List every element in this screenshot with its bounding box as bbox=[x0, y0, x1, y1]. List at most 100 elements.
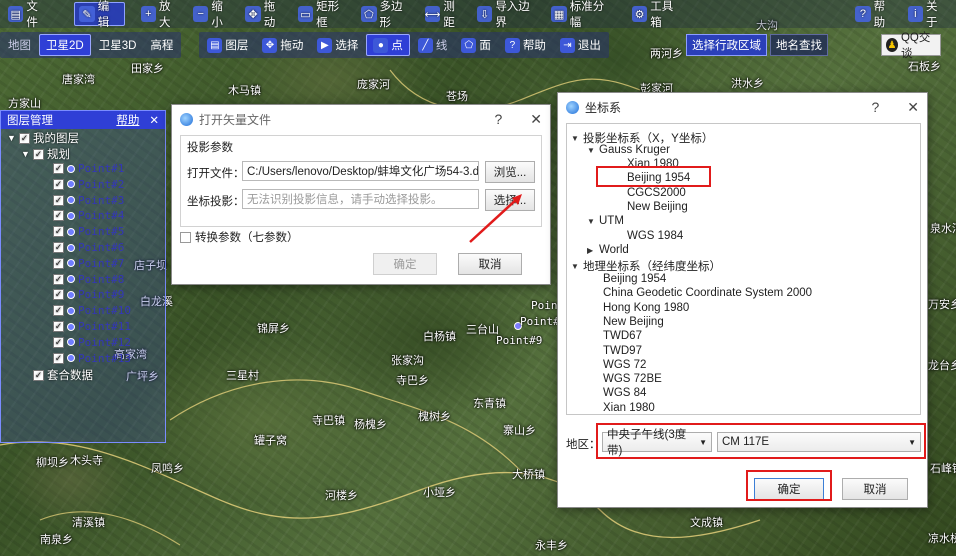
layers-button[interactable]: ▤ 图层 bbox=[201, 34, 254, 56]
help-button[interactable]: ? 帮助 bbox=[851, 1, 899, 29]
checkbox[interactable]: ✓ bbox=[33, 369, 44, 381]
tree-leaf[interactable]: New Beijing bbox=[603, 316, 664, 328]
layer-point-item[interactable]: ✓ Point#6 bbox=[53, 241, 124, 254]
layer-point-item[interactable]: ✓ Point#2 bbox=[53, 178, 124, 191]
layer-point-item[interactable]: ✓ Point#5 bbox=[53, 225, 124, 238]
caret-down-icon[interactable]: ▼ bbox=[587, 146, 595, 155]
qq-chat-button[interactable]: ♟ QQ交谈 bbox=[881, 32, 941, 60]
file-menu-button[interactable]: ▤ 文件 bbox=[4, 1, 52, 29]
tree-leaf[interactable]: WGS 84 bbox=[603, 387, 646, 399]
edit-button[interactable]: ✎ 编辑 bbox=[74, 1, 125, 29]
layer-point-item[interactable]: ✓ Point#9 bbox=[53, 288, 124, 301]
toolbox-button[interactable]: ⚙ 工具箱 bbox=[628, 1, 687, 29]
standard-grid-button[interactable]: ▦ 标准分幅 bbox=[547, 1, 617, 29]
select-tool-button[interactable]: ▶ 选择 bbox=[311, 34, 364, 56]
ok-button[interactable]: 确定 bbox=[373, 253, 437, 275]
basemap-elevation-button[interactable]: 高程 bbox=[144, 34, 179, 56]
place-search-button[interactable]: 地名查找 bbox=[770, 34, 828, 56]
basemap-satellite3d-button[interactable]: 卫星3D bbox=[93, 34, 143, 56]
layer-point-item[interactable]: ✓ Point#10 bbox=[53, 304, 131, 317]
layer-point-item[interactable]: ✓ Point#12 bbox=[53, 336, 131, 349]
tree-node-gauss[interactable]: ▼ Gauss Kruger bbox=[587, 144, 670, 156]
tree-leaf[interactable]: Hong Kong 1980 bbox=[603, 302, 689, 314]
checkbox[interactable]: ✓ bbox=[53, 226, 64, 238]
caret-down-icon[interactable]: ▼ bbox=[7, 133, 16, 143]
checkbox[interactable]: ✓ bbox=[53, 289, 64, 301]
tree-merge[interactable]: ✓ 套合数据 bbox=[33, 367, 93, 383]
layer-point-item[interactable]: ✓ Point#7 bbox=[53, 257, 124, 270]
browse-button[interactable]: 浏览... bbox=[485, 161, 535, 183]
checkbox[interactable]: ✓ bbox=[53, 321, 64, 332]
checkbox[interactable]: ✓ bbox=[53, 352, 64, 364]
convert-params-checkbox[interactable]: 转换参数（七参数） bbox=[180, 229, 299, 245]
measure-button[interactable]: ⟷ 测距 bbox=[421, 1, 469, 29]
tree-node-geographic[interactable]: ▼ 地理坐标系（经纬度坐标） bbox=[571, 258, 721, 274]
tree-leaf[interactable]: TWD97 bbox=[603, 345, 642, 357]
tree-group[interactable]: ▼ ✓ 规划 bbox=[21, 146, 70, 162]
checkbox[interactable]: ✓ bbox=[33, 148, 44, 160]
select-region-button[interactable]: 选择行政区域 bbox=[686, 34, 767, 56]
tree-leaf[interactable]: New Beijing bbox=[627, 201, 688, 213]
checkbox[interactable]: ✓ bbox=[19, 132, 30, 144]
checkbox[interactable]: ✓ bbox=[53, 163, 64, 174]
tree-leaf[interactable]: WGS 1984 bbox=[627, 230, 683, 242]
tree-leaf[interactable]: Beijing 1954 bbox=[603, 273, 666, 285]
tree-leaf[interactable]: CGCS2000 bbox=[627, 187, 686, 199]
polygon-tool-button[interactable]: ⬠ 面 bbox=[455, 34, 497, 56]
tree-node-label: Gauss Kruger bbox=[599, 144, 670, 156]
import-boundary-button[interactable]: ⇩ 导入边界 bbox=[473, 1, 543, 29]
checkbox[interactable]: ✓ bbox=[53, 210, 64, 222]
basemap-satellite2d-button[interactable]: 卫星2D bbox=[39, 34, 91, 56]
projection-input[interactable]: 无法识别投影信息，请手动选择投影。 bbox=[242, 189, 479, 209]
close-icon[interactable]: ✕ bbox=[149, 113, 159, 127]
help-tool-button[interactable]: ? 帮助 bbox=[499, 34, 552, 56]
layer-point-item[interactable]: ✓ Point#3 bbox=[53, 194, 124, 207]
tree-leaf[interactable]: WGS 72BE bbox=[603, 373, 662, 385]
tree-leaf[interactable]: WGS 72 bbox=[603, 359, 646, 371]
checkbox[interactable]: ✓ bbox=[53, 194, 64, 206]
help-icon[interactable]: ? bbox=[871, 99, 879, 116]
pan-button[interactable]: ✥ 拖动 bbox=[241, 1, 289, 29]
layer-point-item[interactable]: ✓ Point#4 bbox=[53, 209, 124, 222]
checkbox[interactable]: ✓ bbox=[53, 257, 64, 269]
rect-select-button[interactable]: ▭ 矩形框 bbox=[294, 1, 353, 29]
checkbox[interactable]: ✓ bbox=[53, 178, 64, 190]
cancel-button[interactable]: 取消 bbox=[842, 478, 908, 500]
help-icon[interactable]: ? bbox=[494, 111, 502, 128]
zoom-in-button[interactable]: + 放大 bbox=[137, 1, 185, 29]
caret-right-icon[interactable]: ▶ bbox=[587, 246, 595, 255]
point-tool-button[interactable]: ● 点 bbox=[366, 34, 410, 56]
checkbox[interactable]: ✓ bbox=[53, 242, 64, 253]
caret-down-icon[interactable]: ▼ bbox=[571, 134, 579, 143]
tree-node-world[interactable]: ▶ World bbox=[587, 244, 629, 256]
layer-panel-help-link[interactable]: 帮助 bbox=[116, 112, 139, 128]
checkbox[interactable] bbox=[180, 231, 191, 243]
polygon-select-button[interactable]: ⬠ 多边形 bbox=[357, 1, 416, 29]
basemap-map-button[interactable]: 地图 bbox=[2, 34, 37, 56]
line-tool-button[interactable]: ╱ 线 bbox=[412, 34, 454, 56]
close-icon[interactable]: ✕ bbox=[530, 111, 542, 128]
caret-down-icon[interactable]: ▼ bbox=[571, 262, 579, 271]
checkbox[interactable]: ✓ bbox=[53, 273, 64, 285]
tree-node-utm[interactable]: ▼ UTM bbox=[587, 215, 624, 227]
tree-leaf[interactable]: TWD67 bbox=[603, 330, 642, 342]
cancel-button[interactable]: 取消 bbox=[458, 253, 522, 275]
tree-leaf[interactable]: China Geodetic Coordinate System 2000 bbox=[603, 287, 812, 299]
checkbox[interactable]: ✓ bbox=[53, 305, 64, 317]
caret-down-icon[interactable]: ▼ bbox=[21, 149, 30, 159]
file-path-input[interactable]: C:/Users/lenovo/Desktop/蚌埠文化广场54-3.dxf bbox=[242, 161, 479, 181]
caret-down-icon[interactable]: ▼ bbox=[587, 217, 595, 226]
tree-root[interactable]: ▼ ✓ 我的图层 bbox=[7, 130, 79, 146]
zoom-out-button[interactable]: − 缩小 bbox=[189, 1, 237, 29]
exit-tool-button[interactable]: ⇥ 退出 bbox=[554, 34, 607, 56]
layer-point-item[interactable]: ✓ Point#13 bbox=[53, 352, 131, 365]
layer-point-item[interactable]: ✓ Point#1 bbox=[53, 162, 124, 175]
tree-leaf[interactable]: Xian 1980 bbox=[603, 402, 655, 414]
close-icon[interactable]: ✕ bbox=[907, 99, 919, 116]
point-marker-icon bbox=[67, 243, 75, 252]
pan-tool-button[interactable]: ✥ 拖动 bbox=[256, 34, 309, 56]
layer-point-item[interactable]: ✓ Point#8 bbox=[53, 273, 124, 286]
about-button[interactable]: i 关于 bbox=[904, 1, 952, 29]
checkbox[interactable]: ✓ bbox=[53, 336, 64, 348]
layer-point-item[interactable]: ✓ Point#11 bbox=[53, 320, 131, 333]
